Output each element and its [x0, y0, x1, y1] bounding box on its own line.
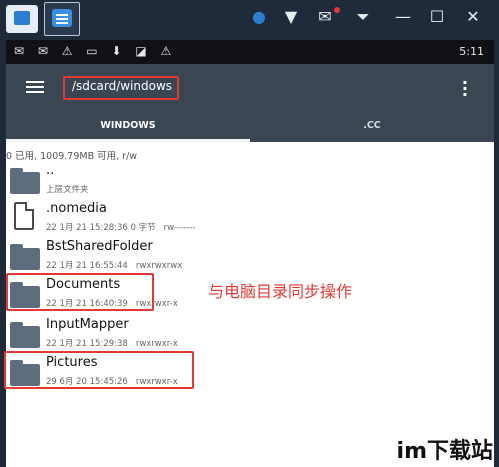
list-item-nomedia[interactable]: .nomedia 22 1月 21 15:28:36 0 字节 rw------- — [6, 200, 494, 238]
item-meta: 22 1月 21 16:55:44 rwxrwxrwx — [46, 261, 183, 271]
close-icon[interactable]: ✕ — [462, 8, 484, 28]
maximize-icon[interactable]: ☐ — [426, 8, 448, 28]
storage-summary: 0 已用, 1009.79MB 可用, r/w — [6, 151, 138, 162]
folder-icon — [10, 168, 40, 194]
item-name: .. — [46, 163, 55, 178]
tab-bar: WINDOWS .CC — [6, 112, 494, 142]
list-item-parent[interactable]: .. 上层文件夹 — [6, 162, 494, 200]
menu-icon[interactable] — [26, 81, 44, 83]
app-bar: /sdcard/windows · · · — [6, 64, 494, 112]
item-name: InputMapper — [46, 317, 129, 332]
home-tab[interactable] — [6, 5, 38, 33]
file-icon — [14, 202, 34, 230]
notification-icons: ✉ ✉ ⚠ ▭ ⬇ ◪ ⚠ — [14, 44, 177, 58]
tab-cc[interactable]: .CC — [250, 112, 494, 142]
app-tab-icon — [52, 9, 72, 27]
pictures-highlight-box — [4, 351, 194, 389]
documents-highlight-box — [6, 273, 154, 311]
minimize-icon[interactable]: — — [392, 8, 414, 28]
mail-icon[interactable]: ✉ — [314, 8, 336, 28]
item-name: .nomedia — [46, 201, 107, 216]
tshirt-icon[interactable]: ▼ — [280, 8, 302, 28]
item-meta: 22 1月 21 15:29:38 rwxrwxr-x — [46, 339, 178, 349]
home-icon — [14, 11, 30, 25]
watermark: im下载站 — [396, 439, 493, 464]
overflow-menu-icon[interactable]: · · · — [462, 75, 468, 103]
status-time: 5:11 — [459, 45, 484, 58]
emulator-title-bar: ● ▼ ✉ ⏷ — ☐ ✕ — [0, 0, 499, 36]
folder-icon — [10, 322, 40, 348]
item-meta: 上层文件夹 — [46, 185, 89, 195]
notification-dot — [334, 7, 340, 13]
item-name: BstSharedFolder — [46, 239, 153, 254]
annotation-text: 与电脑目录同步操作 — [208, 282, 353, 301]
app-tab[interactable] — [44, 2, 80, 36]
folder-icon — [10, 244, 40, 270]
current-path[interactable]: /sdcard/windows — [72, 79, 172, 93]
list-item-inputmapper[interactable]: InputMapper 22 1月 21 15:29:38 rwxrwxr-x — [6, 316, 494, 354]
android-status-bar: ✉ ✉ ⚠ ▭ ⬇ ◪ ⚠ 5:11 — [6, 40, 494, 64]
item-meta: 22 1月 21 15:28:36 0 字节 rw------- — [46, 223, 196, 233]
dropdown-icon[interactable]: ⏷ — [352, 8, 374, 28]
list-item-bstsharedfolder[interactable]: BstSharedFolder 22 1月 21 16:55:44 rwxrwxr… — [6, 238, 494, 276]
tab-windows[interactable]: WINDOWS — [6, 112, 250, 142]
location-icon[interactable]: ● — [248, 8, 270, 28]
